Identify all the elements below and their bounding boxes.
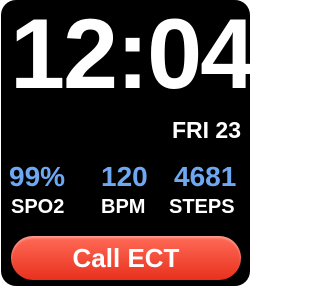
- steps-label: STEPS: [169, 196, 235, 218]
- steps-value: 4681: [174, 161, 237, 192]
- spo2-value: 99%: [9, 161, 66, 192]
- clock-date: FRI 23: [171, 117, 241, 143]
- call-ect-button[interactable]: Call ECT: [11, 236, 241, 280]
- bpm-label: BPM: [101, 196, 146, 218]
- spo2-label: SPO2: [11, 196, 65, 218]
- watch-screen: 12:04 FRI 23 99% 120 4681 SPO2 BPM STEPS…: [1, 0, 250, 286]
- bpm-value: 120: [101, 161, 148, 192]
- clock-time: 12:04: [10, 0, 250, 109]
